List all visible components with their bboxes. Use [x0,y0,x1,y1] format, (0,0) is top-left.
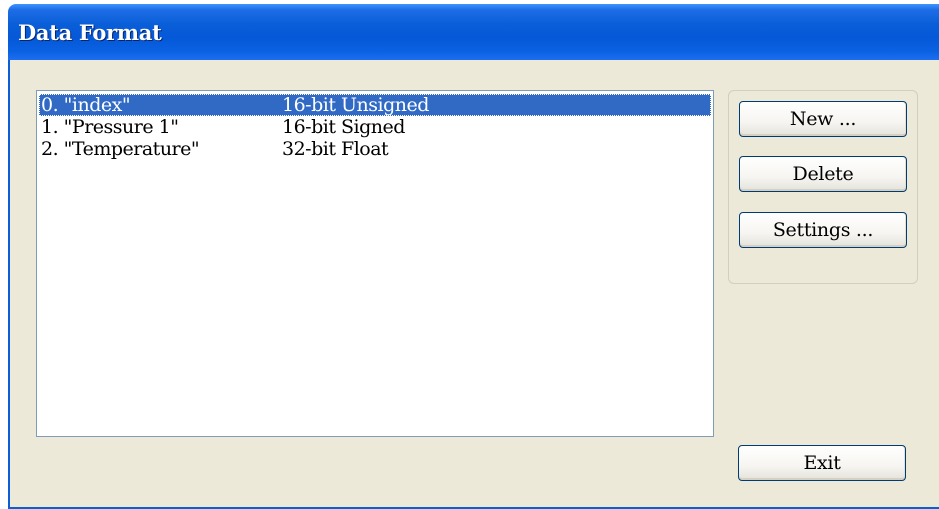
data-format-list[interactable]: 0. "index" 16-bit Unsigned 1. "Pressure … [36,90,714,437]
list-item[interactable]: 2. "Temperature" 32-bit Float [37,138,713,160]
data-format-dialog: Data Format 0. "index" 16-bit Unsigned 1… [8,4,939,509]
list-item-name: 1. "Pressure 1" [41,116,179,138]
list-item-name: 0. "index" [41,94,131,116]
list-item-name: 2. "Temperature" [41,138,200,160]
delete-button[interactable]: Delete [739,156,907,192]
exit-button[interactable]: Exit [738,445,906,481]
actions-group: New ... Delete Settings ... [728,90,918,284]
window-title: Data Format [18,20,162,45]
dialog-body: 0. "index" 16-bit Unsigned 1. "Pressure … [8,60,939,509]
list-item-type: 16-bit Unsigned [282,94,429,116]
list-item[interactable]: 0. "index" 16-bit Unsigned [39,94,711,116]
list-item[interactable]: 1. "Pressure 1" 16-bit Signed [37,116,713,138]
list-item-type: 32-bit Float [282,138,389,160]
list-item-type: 16-bit Signed [282,116,405,138]
new-button[interactable]: New ... [739,101,907,137]
title-bar[interactable]: Data Format [8,4,939,60]
settings-button[interactable]: Settings ... [739,212,907,248]
